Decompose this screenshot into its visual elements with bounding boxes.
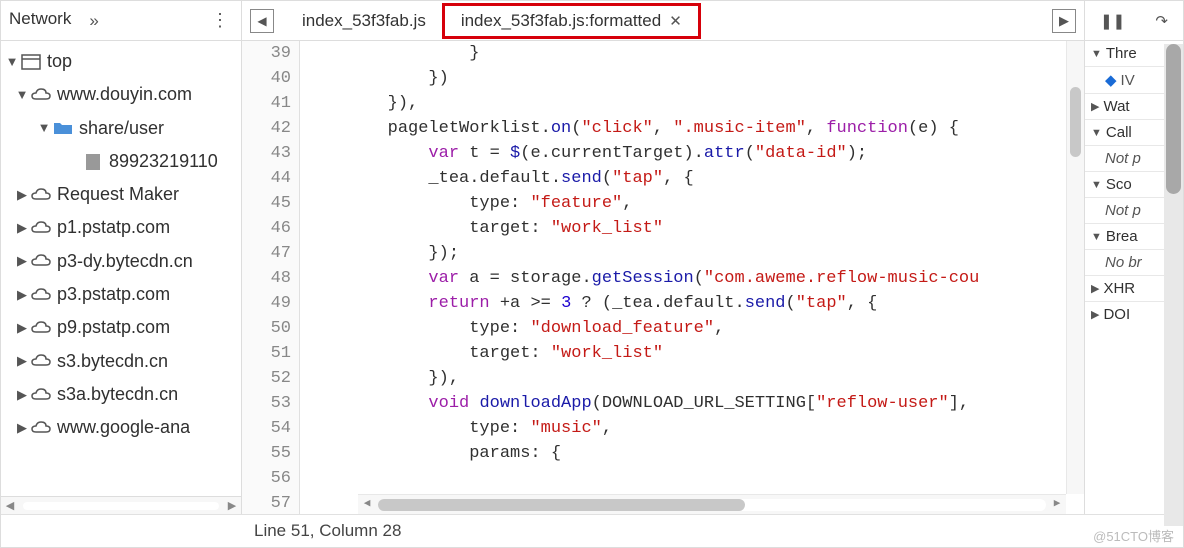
tree-item[interactable]: ▶ s3.bytecdn.cn (1, 345, 241, 378)
window-icon (19, 54, 43, 70)
tree-item[interactable]: ▶ s3a.bytecdn.cn (1, 378, 241, 411)
tree-item[interactable]: ▶ p1.pstatp.com (1, 211, 241, 244)
tree-item-label: p9.pstatp.com (57, 311, 170, 344)
run-snippet-button[interactable]: ▶ (1052, 9, 1076, 33)
cloud-icon (29, 287, 53, 303)
expand-icon[interactable]: ▶ (15, 183, 29, 207)
tab-index-js[interactable]: index_53f3fab.js (286, 3, 442, 39)
scroll-left-icon[interactable]: ◀ (1, 499, 19, 512)
tree-item-label: top (47, 45, 72, 78)
watermark: @51CTO博客 (1093, 526, 1174, 545)
scrollbar-track[interactable] (23, 502, 219, 510)
line-number[interactable]: 46 (250, 216, 291, 241)
tree-item[interactable]: ▼ share/user (1, 112, 241, 145)
close-icon[interactable]: ✕ (669, 12, 682, 30)
cloud-icon (29, 187, 53, 203)
line-number[interactable]: 53 (250, 391, 291, 416)
expand-icon[interactable]: ▶ (15, 416, 29, 440)
expand-icon[interactable]: ▶ (15, 249, 29, 273)
line-number[interactable]: 40 (250, 66, 291, 91)
line-number[interactable]: 39 (250, 41, 291, 66)
expand-icon[interactable]: ▼ (5, 50, 19, 74)
cloud-icon (29, 87, 53, 103)
tree-item[interactable]: ▶ www.google-ana (1, 411, 241, 444)
line-number[interactable]: 57 (250, 491, 291, 516)
tab-label: index_53f3fab.js:formatted (461, 11, 661, 31)
scroll-right-icon[interactable]: ▶ (223, 499, 241, 512)
line-number[interactable]: 55 (250, 441, 291, 466)
tree-item-label: p3.pstatp.com (57, 278, 170, 311)
line-number[interactable]: 54 (250, 416, 291, 441)
cloud-icon (29, 320, 53, 336)
tree-item-label: p3-dy.bytecdn.cn (57, 245, 193, 278)
editor-horizontal-scrollbar[interactable]: ◀ ▶ (358, 494, 1066, 514)
cloud-icon (29, 387, 53, 403)
expand-icon[interactable]: ▶ (15, 316, 29, 340)
nav-back-button[interactable]: ◀ (250, 9, 274, 33)
line-number[interactable]: 44 (250, 166, 291, 191)
expand-icon[interactable]: ▶ (15, 283, 29, 307)
panel-tab-bar: Network » ⋮ (1, 1, 241, 41)
tree-item[interactable]: 89923219110 (1, 145, 241, 178)
line-number[interactable]: 41 (250, 91, 291, 116)
line-number[interactable]: 52 (250, 366, 291, 391)
expand-icon[interactable]: ▼ (37, 116, 51, 140)
tree-item-label: Request Maker (57, 178, 179, 211)
tree-item[interactable]: ▼ top (1, 45, 241, 78)
code-content[interactable]: } }) }), pageletWorklist.on("click", ".m… (300, 41, 1084, 466)
line-number[interactable]: 49 (250, 291, 291, 316)
file-icon (81, 153, 105, 171)
editor-vertical-scrollbar[interactable] (1066, 41, 1084, 494)
cloud-icon (29, 420, 53, 436)
line-number[interactable]: 56 (250, 466, 291, 491)
line-number[interactable]: 50 (250, 316, 291, 341)
expand-icon[interactable]: ▶ (15, 216, 29, 240)
tree-item-label: share/user (79, 112, 164, 145)
editor-panel: ◀ index_53f3fab.js index_53f3fab.js:form… (242, 1, 1084, 514)
expand-icon[interactable]: ▶ (15, 349, 29, 373)
tab-network[interactable]: Network (9, 9, 71, 33)
horizontal-scrollbar[interactable]: ◀ ▶ (1, 496, 241, 514)
expand-icon[interactable]: ▶ (15, 383, 29, 407)
tree-item-label: 89923219110 (109, 145, 218, 178)
cloud-icon (29, 353, 53, 369)
folder-icon (51, 120, 75, 136)
status-bar: Line 51, Column 28 (1, 514, 1183, 547)
tab-index-js-formatted[interactable]: index_53f3fab.js:formatted ✕ (442, 3, 701, 39)
tree-item[interactable]: ▶ p3.pstatp.com (1, 278, 241, 311)
cloud-icon (29, 220, 53, 236)
line-number[interactable]: 48 (250, 266, 291, 291)
tree-item-label: s3.bytecdn.cn (57, 345, 168, 378)
debugger-controls: ❚❚ ↷ (1085, 1, 1183, 41)
tree-item[interactable]: ▶ p3-dy.bytecdn.cn (1, 245, 241, 278)
line-number[interactable]: 43 (250, 141, 291, 166)
tree-item[interactable]: ▶ p9.pstatp.com (1, 311, 241, 344)
line-number[interactable]: 45 (250, 191, 291, 216)
editor-tab-bar: ◀ index_53f3fab.js index_53f3fab.js:form… (242, 1, 1084, 41)
tree-item[interactable]: ▶ Request Maker (1, 178, 241, 211)
navigator-panel: Network » ⋮ ▼top▼www.douyin.com▼share/us… (1, 1, 242, 514)
line-gutter: 39404142434445464748495051525354555657 (242, 41, 300, 514)
step-over-icon[interactable]: ↷ (1155, 12, 1168, 30)
expand-icon[interactable]: ▼ (15, 83, 29, 107)
tree-item-label: www.douyin.com (57, 78, 192, 111)
cloud-icon (29, 253, 53, 269)
tree-item[interactable]: ▼ www.douyin.com (1, 78, 241, 111)
resource-tree: ▼top▼www.douyin.com▼share/user8992321911… (1, 41, 241, 496)
overflow-icon[interactable]: » (89, 11, 98, 31)
line-number[interactable]: 47 (250, 241, 291, 266)
pause-icon[interactable]: ❚❚ (1100, 12, 1125, 30)
right-panel-scrollbar[interactable] (1164, 44, 1183, 526)
tree-item-label: s3a.bytecdn.cn (57, 378, 178, 411)
line-number[interactable]: 42 (250, 116, 291, 141)
cursor-position: Line 51, Column 28 (254, 521, 401, 541)
tree-item-label: www.google-ana (57, 411, 190, 444)
kebab-menu-icon[interactable]: ⋮ (211, 10, 229, 31)
line-number[interactable]: 51 (250, 341, 291, 366)
tree-item-label: p1.pstatp.com (57, 211, 170, 244)
code-editor[interactable]: 39404142434445464748495051525354555657 }… (242, 41, 1084, 514)
